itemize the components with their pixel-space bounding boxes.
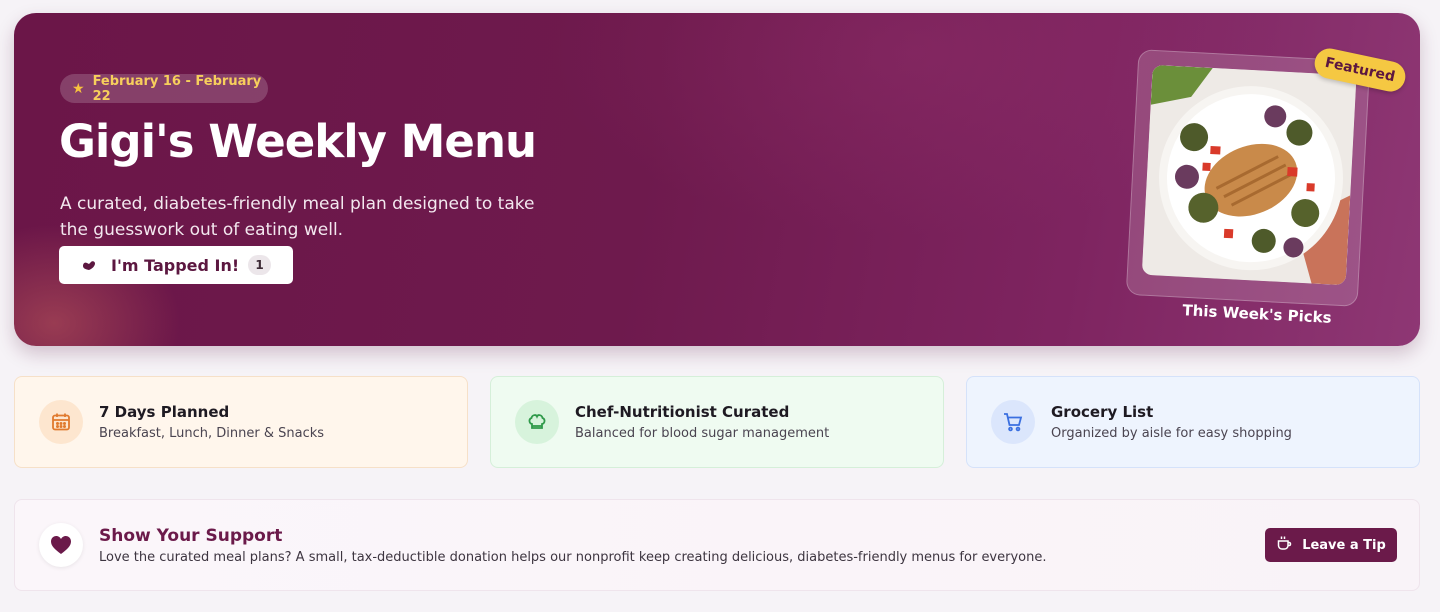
hero-banner: ★ February 16 - February 22 Gigi's Weekl… — [14, 13, 1420, 346]
feature-title: 7 Days Planned — [99, 403, 230, 421]
feature-subtitle: Organized by aisle for easy shopping — [1051, 426, 1292, 441]
support-text: Love the curated meal plans? A small, ta… — [99, 550, 1047, 565]
date-range-badge: ★ February 16 - February 22 — [60, 73, 268, 104]
tap-count-badge: 1 — [248, 255, 271, 275]
heart-icon — [39, 523, 83, 567]
feature-title: Chef-Nutritionist Curated — [575, 403, 790, 421]
feature-card-chef-curated: Chef-Nutritionist Curated Balanced for b… — [490, 376, 944, 468]
featured-meal-image — [1141, 64, 1357, 286]
feature-subtitle: Breakfast, Lunch, Dinner & Snacks — [99, 426, 325, 441]
tapped-in-label: I'm Tapped In! — [111, 255, 240, 275]
page-title: Gigi's Weekly Menu — [59, 115, 537, 168]
leave-tip-label: Leave a Tip — [1302, 537, 1386, 553]
chef-hat-icon — [515, 400, 559, 444]
feature-title: Grocery List — [1051, 403, 1154, 421]
coffee-cup-icon — [1276, 535, 1292, 555]
support-banner: Show Your Support Love the curated meal … — [14, 499, 1420, 591]
featured-caption: This Week's Picks — [1182, 301, 1332, 327]
feature-card-grocery-list: Grocery List Organized by aisle for easy… — [966, 376, 1420, 468]
support-title: Show Your Support — [99, 526, 283, 546]
leave-tip-button[interactable]: Leave a Tip — [1265, 528, 1397, 562]
hero-subtitle: A curated, diabetes-friendly meal plan d… — [60, 194, 535, 240]
date-range-text: February 16 - February 22 — [92, 73, 262, 104]
feature-subtitle: Balanced for blood sugar management — [575, 426, 830, 441]
star-icon: ★ — [72, 80, 85, 97]
calendar-icon — [39, 400, 83, 444]
feature-card-days-planned: 7 Days Planned Breakfast, Lunch, Dinner … — [14, 376, 468, 468]
tapped-in-button[interactable]: I'm Tapped In! 1 — [59, 246, 293, 284]
featured-card[interactable] — [1125, 49, 1371, 307]
cart-icon — [991, 400, 1035, 444]
heart-hand-icon — [81, 257, 97, 273]
